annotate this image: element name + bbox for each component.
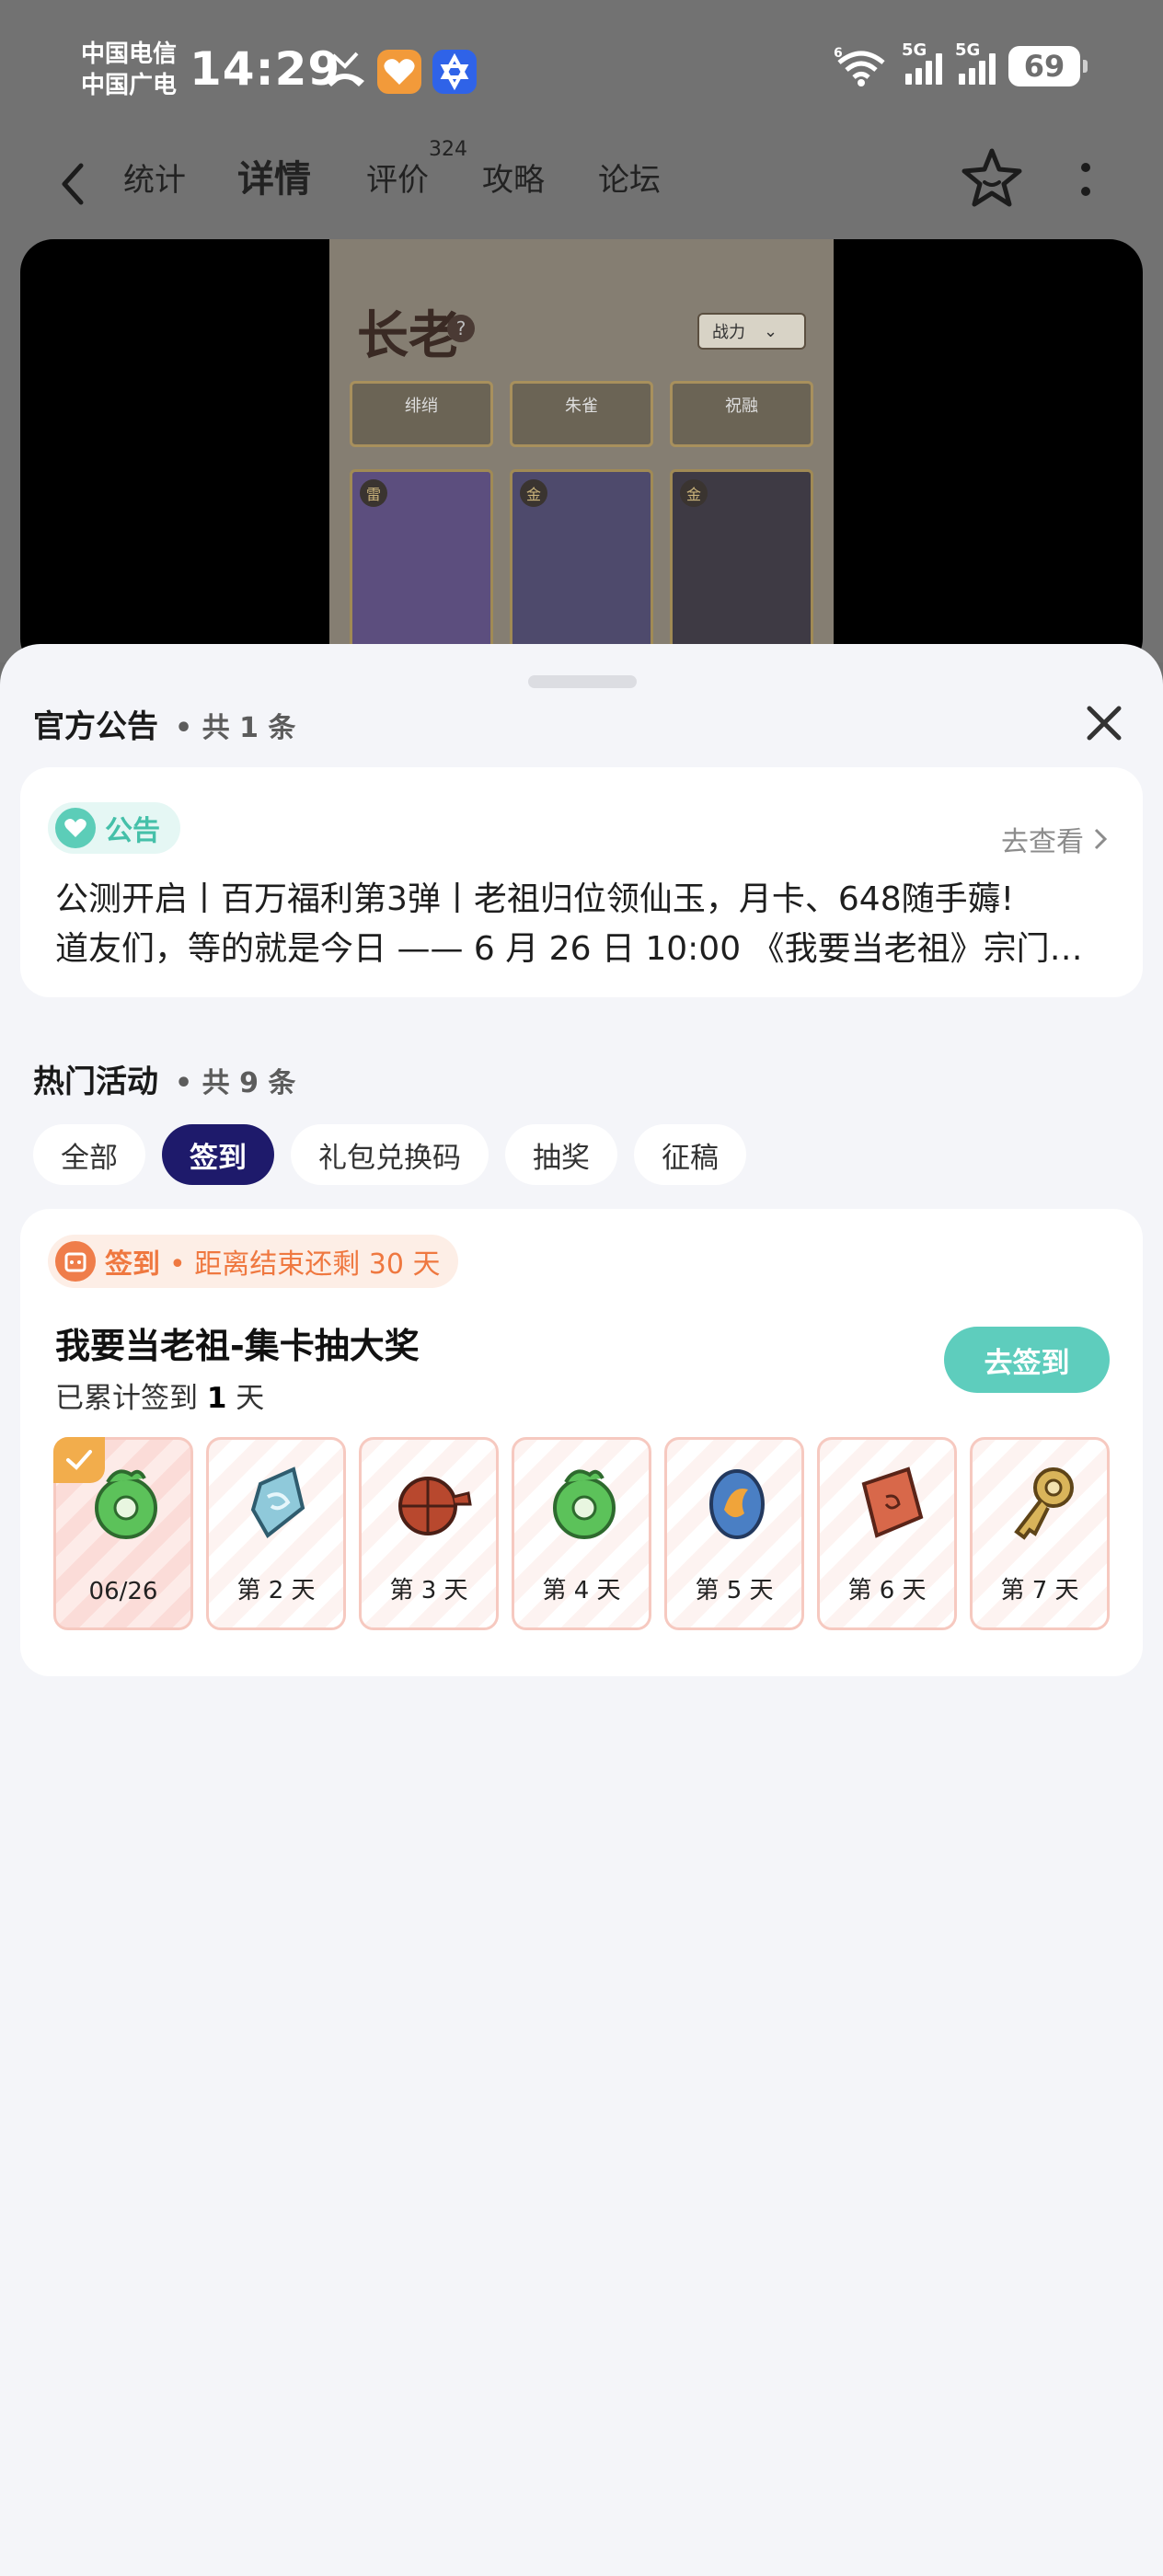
jade-dragon-icon <box>95 1469 157 1539</box>
game-screenshot-carousel[interactable]: 长老 ? 战力 ⌄ 绯绡 朱雀 祝融 雷 金 金 <box>20 239 1143 672</box>
element-badge: 雷 <box>360 479 387 507</box>
signin-day-1[interactable]: 06/26 <box>53 1437 193 1630</box>
view-announcement-link[interactable]: 去查看 <box>1001 819 1108 859</box>
announcement-headline: 公测开启丨百万福利第3弹丨老祖归位领仙玉，月卡、648随手薅! <box>55 880 1015 918</box>
golden-key-icon <box>1014 1467 1074 1540</box>
days-remaining: • 距离结束还剩 30 天 <box>169 1248 441 1281</box>
announcement-tag: 公告 <box>48 802 180 854</box>
activity-bottom-sheet: 官方公告 • 共 1 条 公告 去查看 公测开启丨百万福利第3弹丨老祖归位领仙玉… <box>0 644 1163 2576</box>
signin-day-3[interactable]: 第 3 天 <box>359 1437 499 1630</box>
screenshot-dropdown: 战力 ⌄ <box>697 313 806 350</box>
health-app-icon <box>377 50 421 94</box>
filter-signin[interactable]: 签到 <box>162 1124 274 1185</box>
review-count-badge: 324 <box>429 138 467 161</box>
background-page: 中国电信 中国广电 14:29 6 5G 5G 69 统计 详情 评价 324 … <box>0 0 1163 672</box>
signin-activity-card[interactable]: 签到 • 距离结束还剩 30 天 我要当老祖-集卡抽大奖 已累计签到 1 天 去… <box>20 1209 1143 1676</box>
signin-day-6[interactable]: 第 6 天 <box>817 1437 957 1630</box>
character-name-card: 绯绡 <box>350 381 493 447</box>
top-nav: 统计 详情 评价 324 攻略 论坛 <box>0 138 1163 239</box>
element-badge: 金 <box>680 479 708 507</box>
screenshot-title: 长老 <box>357 305 460 366</box>
more-options-icon[interactable] <box>1075 156 1097 202</box>
clock: 14:29 <box>190 42 341 96</box>
signin-day-7[interactable]: 第 7 天 <box>970 1437 1110 1630</box>
signal-strength-icon: 5G <box>902 40 942 85</box>
chevron-right-icon <box>1094 828 1108 850</box>
signin-day-2[interactable]: 第 2 天 <box>206 1437 346 1630</box>
activities-count: • 共 9 条 <box>175 1067 296 1099</box>
activities-title: 热门活动 <box>33 1064 158 1100</box>
jade-dragon-icon <box>553 1469 616 1539</box>
scroll-icon <box>861 1466 924 1538</box>
tab-details[interactable]: 详情 <box>232 149 317 202</box>
signin-tag: 签到 • 距离结束还剩 30 天 <box>48 1235 459 1288</box>
status-right: 6 5G 5G 69 <box>834 40 1088 86</box>
back-arrow-icon[interactable] <box>53 158 90 210</box>
spirit-stone-icon <box>709 1469 765 1539</box>
filter-all[interactable]: 全部 <box>33 1124 145 1185</box>
game-screenshot: 长老 ? 战力 ⌄ 绯绡 朱雀 祝融 雷 金 金 <box>329 239 834 672</box>
crystal-shard-icon <box>250 1466 305 1539</box>
character-portrait: 金 <box>670 469 813 653</box>
signin-day-5[interactable]: 第 5 天 <box>664 1437 804 1630</box>
filter-gift-codes[interactable]: 礼包兑换码 <box>291 1124 489 1185</box>
carrier-name: 中国电信 中国广电 <box>81 40 178 99</box>
help-icon: ? <box>447 315 475 342</box>
app-root: 中国电信 中国广电 14:29 6 5G 5G 69 统计 详情 评价 324 … <box>0 0 1163 2576</box>
announcement-card[interactable]: 公告 去查看 公测开启丨百万福利第3弹丨老祖归位领仙玉，月卡、648随手薅! 道… <box>20 767 1143 997</box>
announcements-count: • 共 1 条 <box>175 712 296 744</box>
heart-icon <box>55 808 96 848</box>
filter-lottery[interactable]: 抽奖 <box>505 1124 617 1185</box>
activity-title: 我要当老祖-集卡抽大奖 <box>55 1326 420 1366</box>
character-name-card: 祝融 <box>670 381 813 447</box>
tab-forum[interactable]: 论坛 <box>598 155 661 200</box>
character-name-card: 朱雀 <box>510 381 653 447</box>
character-portrait: 金 <box>510 469 653 653</box>
favorite-star-icon[interactable] <box>959 145 1025 212</box>
filter-submissions[interactable]: 征稿 <box>634 1124 746 1185</box>
battery-indicator: 69 <box>1008 46 1088 86</box>
calendar-icon <box>55 1241 96 1282</box>
character-portrait: 雷 <box>350 469 493 653</box>
tab-stats[interactable]: 统计 <box>123 155 186 200</box>
announcements-title: 官方公告 <box>33 708 158 745</box>
signin-progress: 已累计签到 1 天 <box>55 1382 265 1415</box>
activity-filter-tabs: 全部 签到 礼包兑换码 抽奖 征稿 <box>33 1124 746 1185</box>
element-badge: 金 <box>520 479 547 507</box>
announcement-preview: 道友们，等的就是今日 —— 6 月 26 日 10:00 《我要当老祖》宗门正… <box>55 930 1113 968</box>
wifi-icon: 6 <box>834 46 885 86</box>
gourd-icon <box>398 1477 472 1535</box>
app-store-icon <box>432 50 477 94</box>
sheet-drag-handle[interactable] <box>528 675 637 688</box>
close-icon[interactable] <box>1080 699 1128 747</box>
signin-button[interactable]: 去签到 <box>944 1327 1110 1393</box>
signin-day-list: 06/26 第 2 天 第 3 天 第 4 天 第 5 天 第 6 天 第 7 … <box>53 1437 1110 1630</box>
missed-call-icon <box>326 52 364 86</box>
tab-guides[interactable]: 攻略 <box>482 155 545 200</box>
signin-day-4[interactable]: 第 4 天 <box>512 1437 651 1630</box>
status-bar: 中国电信 中国广电 14:29 6 5G 5G 69 <box>0 0 1163 138</box>
tab-reviews[interactable]: 评价 <box>366 155 429 200</box>
signal-strength-icon-2: 5G <box>955 40 996 85</box>
